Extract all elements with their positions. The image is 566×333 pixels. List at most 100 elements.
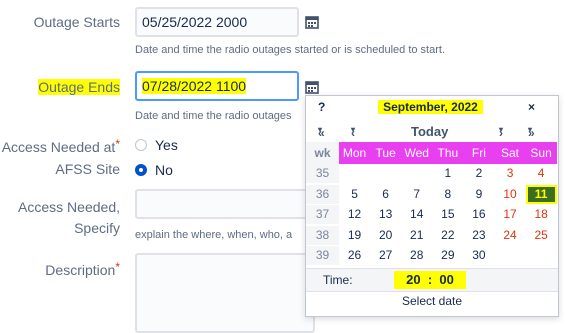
day-cell[interactable]: 23 (463, 226, 494, 245)
calendar-nav-row: «▾ ‹ ▾ Today › ▾ » ▾ (306, 122, 558, 142)
calendar-icon[interactable] (305, 15, 319, 29)
outage-starts-label: Outage Starts (33, 14, 120, 30)
calendar-week-row: 39 26 27 28 29 30 (306, 246, 558, 265)
day-cell[interactable]: 15 (432, 205, 463, 224)
empty-day-cell (495, 246, 526, 265)
week-number: 37 (306, 205, 339, 224)
radio-no[interactable]: No (135, 162, 173, 178)
day-header-tue: Tue (375, 146, 396, 160)
day-headers: Mon Tue Wed Thu Fri Sat Sun (339, 142, 557, 164)
radio-yes[interactable]: Yes (135, 137, 178, 153)
day-cell[interactable]: 6 (370, 185, 401, 204)
outage-starts-value: 05/25/2022 2000 (142, 14, 248, 30)
time-hour[interactable]: 20 (406, 272, 420, 287)
calendar-week-row: 38 19 20 21 22 23 24 25 (306, 225, 558, 245)
day-cell[interactable]: 8 (432, 185, 463, 204)
day-cell[interactable]: 1 (432, 164, 463, 183)
day-header-sat: Sat (501, 146, 520, 160)
calendar-close-button[interactable]: × (528, 100, 535, 114)
chevron-down-icon: ▾ (351, 125, 356, 134)
calendar-help-button[interactable]: ? (318, 100, 325, 114)
day-cell[interactable]: 26 (339, 246, 370, 265)
access-specify-help: explain the where, when, who, a (135, 229, 293, 241)
week-number: 38 (306, 225, 339, 245)
day-cell[interactable]: 9 (463, 185, 494, 204)
day-header-wed: Wed (404, 146, 429, 160)
access-needed-label-line1: Access Needed at (1, 139, 116, 155)
day-cell[interactable]: 16 (463, 205, 494, 224)
required-mark: * (115, 137, 120, 151)
day-cell[interactable]: 19 (339, 226, 370, 245)
access-needed-label: Access Needed at* (2, 137, 120, 158)
day-cell[interactable]: 4 (526, 164, 557, 183)
next-month-button[interactable]: › ▾ (499, 124, 504, 140)
week-number: 35 (306, 164, 339, 183)
day-cell[interactable]: 13 (370, 205, 401, 224)
day-header-sun: Sun (530, 146, 552, 160)
day-cell[interactable]: 18 (526, 205, 557, 224)
calendar-title-row: ? September, 2022 × (306, 96, 558, 120)
description-textarea[interactable] (135, 253, 315, 333)
day-header-mon: Mon (342, 146, 367, 160)
chevron-down-icon: ▾ (318, 125, 323, 134)
day-cell[interactable]: 5 (339, 185, 370, 204)
empty-day-cell (526, 246, 557, 265)
prev-month-button[interactable]: ‹ ▾ (351, 124, 356, 140)
day-cell[interactable]: 22 (432, 226, 463, 245)
day-cell[interactable]: 30 (463, 246, 494, 265)
week-number: 36 (306, 184, 339, 204)
day-cell[interactable]: 29 (432, 246, 463, 265)
radio-yes-label: Yes (155, 137, 178, 153)
select-date-status: Select date (401, 294, 463, 308)
time-row: Time: 20 : 00 (306, 268, 558, 292)
outage-ends-label-text: Outage Ends (38, 79, 120, 95)
description-label-text: Description (45, 262, 116, 278)
day-cell[interactable]: 24 (495, 226, 526, 245)
access-specify-input[interactable] (135, 189, 315, 219)
calendar-title: September, 2022 (378, 100, 483, 114)
time-label: Time: (323, 273, 353, 287)
empty-day-cell (401, 164, 432, 183)
radio-no-label: No (155, 162, 173, 178)
chevron-down-icon: ▾ (499, 125, 504, 134)
day-cell[interactable]: 11 (525, 184, 557, 204)
radio-no-circle[interactable] (135, 164, 147, 176)
time-value[interactable]: 20 : 00 (394, 271, 466, 289)
chevron-down-icon: ▾ (528, 125, 533, 134)
outage-ends-value: 07/28/2022 1100 (142, 78, 247, 94)
empty-day-cell (370, 164, 401, 183)
day-cell[interactable]: 3 (495, 164, 526, 183)
week-number-header: wk (306, 142, 339, 164)
calendar-icon[interactable] (305, 80, 319, 94)
time-minute[interactable]: 00 (439, 272, 453, 287)
prev-year-button[interactable]: «▾ (318, 124, 325, 140)
outage-ends-label: Outage Ends (38, 77, 120, 97)
calendar-week-row: 35 1 2 3 4 (306, 164, 558, 183)
day-cell[interactable]: 14 (401, 205, 432, 224)
day-cell[interactable]: 20 (370, 226, 401, 245)
radio-yes-circle[interactable] (135, 139, 147, 151)
day-cell[interactable]: 28 (401, 246, 432, 265)
access-specify-label-line2: Specify (74, 220, 120, 236)
day-cell[interactable]: 21 (401, 226, 432, 245)
day-cell[interactable]: 2 (463, 164, 494, 183)
week-number: 39 (306, 246, 339, 265)
day-cell[interactable]: 17 (495, 205, 526, 224)
required-mark: * (115, 260, 120, 274)
outage-starts-help: Date and time the radio outages started … (135, 44, 446, 56)
today-button[interactable]: Today (411, 124, 448, 139)
day-cell[interactable]: 10 (495, 185, 526, 204)
day-cell[interactable]: 27 (370, 246, 401, 265)
access-needed-label-line2: AFSS Site (55, 161, 120, 177)
calendar-popup: ? September, 2022 × «▾ ‹ ▾ Today › ▾ » ▾ wk… (305, 95, 559, 317)
day-cell[interactable]: 7 (401, 185, 432, 204)
time-separator: : (427, 272, 433, 287)
outage-ends-input[interactable]: 07/28/2022 1100 (135, 71, 299, 101)
outage-starts-input[interactable]: 05/25/2022 2000 (135, 7, 299, 37)
outage-ends-help: Date and time the radio outages (135, 110, 292, 122)
day-cell[interactable]: 12 (339, 205, 370, 224)
access-specify-label-line1: Access Needed, (18, 199, 120, 215)
next-year-button[interactable]: » ▾ (528, 124, 535, 140)
day-cell[interactable]: 25 (526, 226, 557, 245)
description-label: Description* (45, 260, 120, 281)
